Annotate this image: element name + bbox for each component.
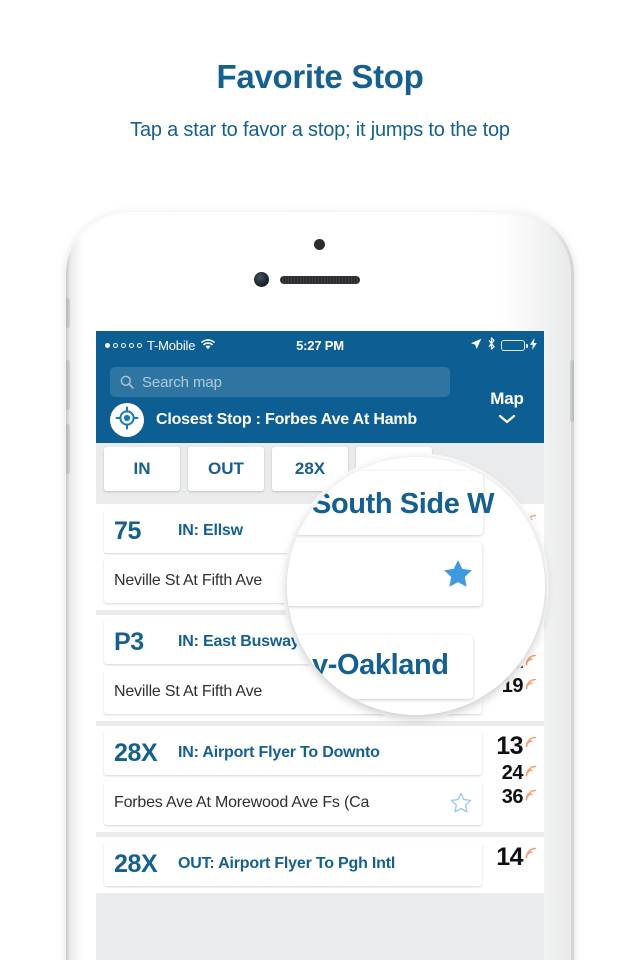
search-icon xyxy=(120,375,134,389)
time-value: 36 xyxy=(501,786,524,808)
power-button[interactable] xyxy=(570,360,574,422)
map-toggle-button[interactable]: Map xyxy=(476,389,538,428)
route-header-card[interactable]: 28X OUT: Airport Flyer To Pgh Intl xyxy=(104,842,482,886)
filter-chip-out[interactable]: OUT xyxy=(188,447,264,491)
route-destination: IN: Airport Flyer To Downto xyxy=(178,744,380,761)
closest-stop-label: Closest Stop : Forbes Ave At Hamb xyxy=(156,411,417,428)
route-number: 75 xyxy=(114,516,142,545)
page-subtitle: Tap a star to favor a stop; it jumps to … xyxy=(130,119,510,141)
route-main: 28X IN: Airport Flyer To Downto Forbes A… xyxy=(96,726,482,832)
star-outline-icon[interactable] xyxy=(450,792,472,814)
live-signal-icon xyxy=(524,764,538,778)
route-times: 14 xyxy=(482,837,544,893)
time-value: 13 xyxy=(496,732,523,760)
volume-up-button[interactable] xyxy=(66,360,70,410)
stop-name: Forbes Ave At Morewood Ave Fs (Ca xyxy=(114,794,370,811)
page-title: Favorite Stop xyxy=(216,58,424,95)
chevron-down-icon xyxy=(476,413,538,428)
route-number: P3 xyxy=(114,627,144,656)
route-number: 28X xyxy=(114,738,158,767)
live-signal-icon xyxy=(524,846,538,860)
front-camera-icon xyxy=(254,272,269,287)
location-arrow-icon xyxy=(470,338,482,353)
filter-chip-in[interactable]: IN xyxy=(104,447,180,491)
route-number: 28X xyxy=(114,849,158,878)
route-times: 13 24 36 xyxy=(482,726,544,832)
magnified-chip-partial: 5 xyxy=(293,487,302,504)
time-value: 14 xyxy=(496,843,523,871)
route-group[interactable]: 28X OUT: Airport Flyer To Pgh Intl 14 xyxy=(96,837,544,893)
earpiece-speaker xyxy=(280,276,360,284)
app-header: Search map Closest Stop : Forbes Ave At … xyxy=(96,359,544,443)
route-destination: IN: Ellsw xyxy=(178,522,243,539)
magnified-text-top: South Side W xyxy=(312,488,495,520)
time-row: 14 xyxy=(482,845,538,870)
time-row: 24 xyxy=(482,763,538,783)
live-signal-icon xyxy=(524,735,538,749)
battery-icon xyxy=(501,339,528,351)
star-filled-icon[interactable] xyxy=(442,558,474,590)
stop-card[interactable]: Forbes Ave At Morewood Ave Fs (Ca xyxy=(104,781,482,825)
route-destination: OUT: Airport Flyer To Pgh Intl xyxy=(178,855,396,872)
route-main: 28X OUT: Airport Flyer To Pgh Intl xyxy=(96,837,482,893)
locate-me-button[interactable] xyxy=(110,403,144,437)
route-group[interactable]: 28X IN: Airport Flyer To Downto Forbes A… xyxy=(96,726,544,832)
route-header-card[interactable]: 28X IN: Airport Flyer To Downto xyxy=(104,731,482,775)
time-row: 36 xyxy=(482,787,538,807)
status-bar: T-Mobile 5:27 PM xyxy=(96,331,544,359)
volume-down-button[interactable] xyxy=(66,424,70,474)
magnifier-lens: 5 South Side W y-Oakland xyxy=(287,457,545,715)
live-signal-icon xyxy=(524,788,538,802)
magnifier-content: 5 South Side W y-Oakland xyxy=(287,457,545,715)
map-button-label: Map xyxy=(490,389,524,408)
silent-switch-button[interactable] xyxy=(66,298,70,328)
search-placeholder: Search map xyxy=(142,373,222,391)
promo-screenshot: Favorite Stop Tap a star to favor a stop… xyxy=(0,0,640,960)
time-value: 24 xyxy=(501,762,524,784)
time-row: 13 xyxy=(482,734,538,759)
lightning-bolt-icon xyxy=(530,337,537,353)
search-input[interactable]: Search map xyxy=(110,367,450,397)
rear-camera-dot-icon xyxy=(314,239,325,250)
bluetooth-icon xyxy=(487,337,496,353)
crosshair-target-icon xyxy=(115,406,139,435)
magnified-text-bottom: y-Oakland xyxy=(312,649,449,681)
status-bar-right xyxy=(470,331,537,359)
